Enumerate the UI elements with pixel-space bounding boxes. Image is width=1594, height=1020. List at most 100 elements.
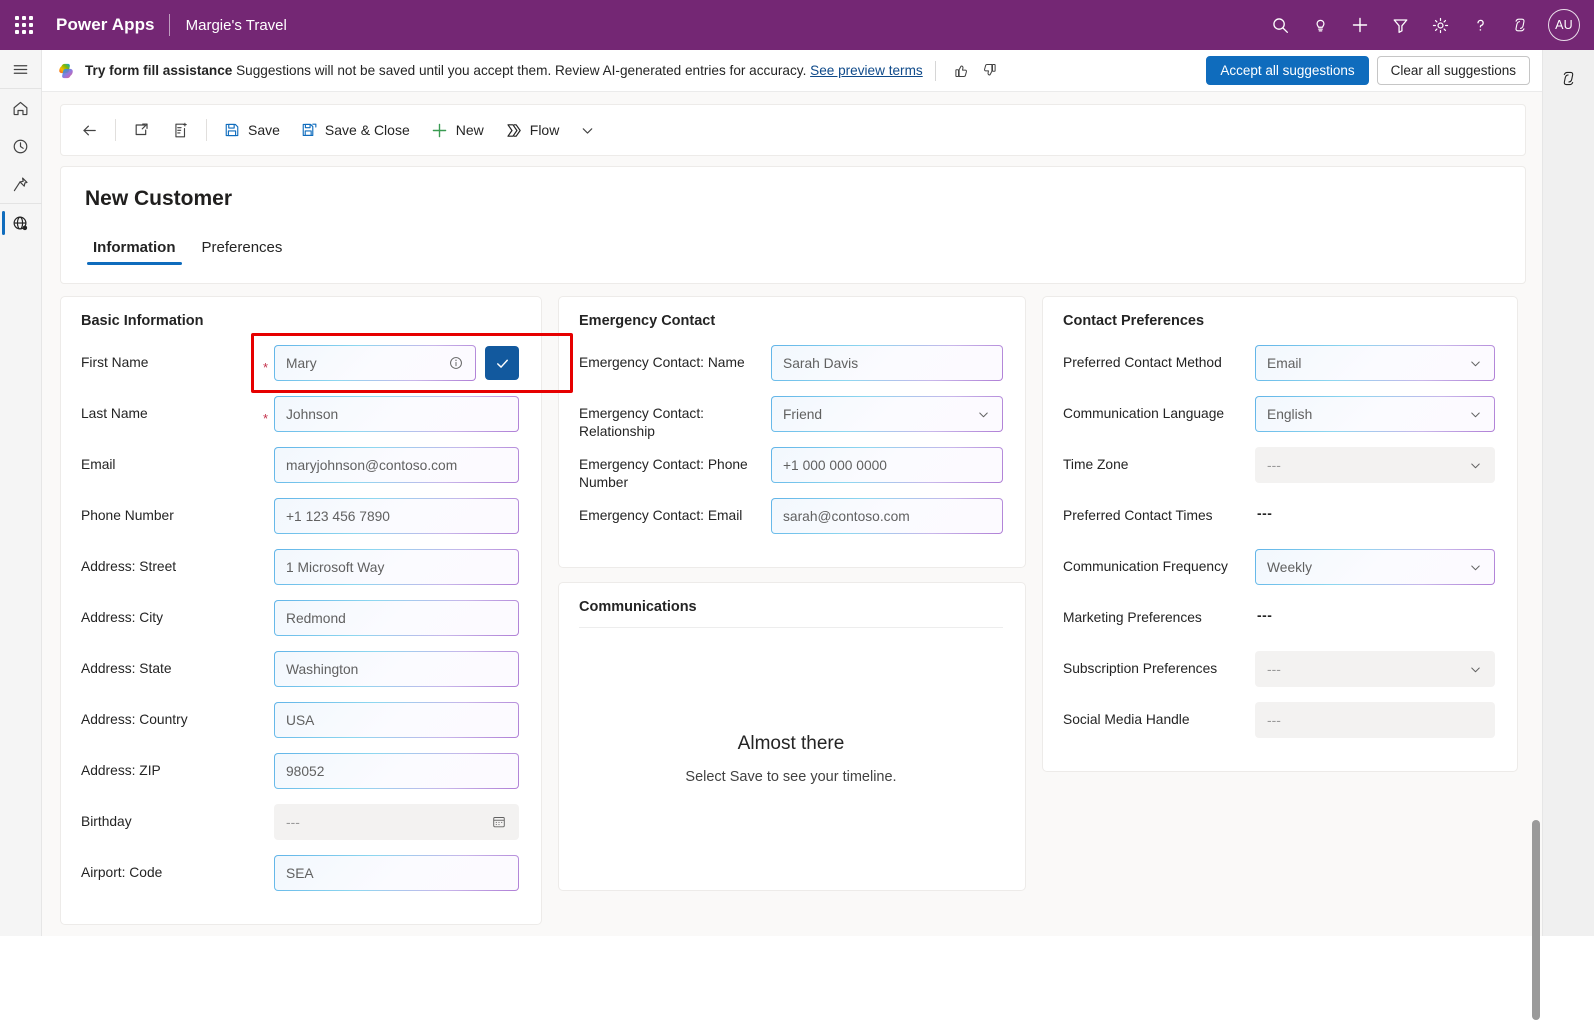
lightbulb-icon[interactable] [1300, 5, 1340, 45]
chevron-down-icon[interactable] [1468, 407, 1483, 422]
clear-all-suggestions-button[interactable]: Clear all suggestions [1377, 56, 1530, 85]
field-label: Social Media Handle [1063, 702, 1255, 729]
vertical-scrollbar[interactable] [1531, 92, 1541, 936]
field-control: 1 Microsoft Way [263, 549, 519, 585]
new-button[interactable]: New [421, 111, 493, 149]
required-spacer [263, 767, 274, 775]
airport-code-input[interactable]: SEA [274, 855, 519, 891]
field-control: --- [1255, 447, 1495, 483]
save-button[interactable]: Save [214, 111, 289, 149]
field-first-name: First Name * Mary [81, 345, 519, 395]
flow-button[interactable]: Flow [495, 111, 569, 149]
save-and-close-button[interactable]: Save & Close [291, 111, 419, 149]
emergency-contact-name-input[interactable]: Sarah Davis [771, 345, 1003, 381]
field-value: USA [286, 713, 507, 728]
avatar[interactable]: AU [1548, 9, 1580, 41]
required-spacer [263, 869, 274, 877]
thumbs-down-icon[interactable] [976, 57, 1004, 85]
gear-icon[interactable] [1420, 5, 1460, 45]
open-in-new-window-icon [132, 121, 151, 140]
last-name-input[interactable]: Johnson [274, 396, 519, 432]
social-media-handle-input[interactable]: --- [1255, 702, 1495, 738]
sidebar-item-home[interactable] [0, 89, 42, 127]
preferred-contact-method-select[interactable]: Email [1255, 345, 1495, 381]
sidebar-item-recent[interactable] [0, 127, 42, 165]
app-name[interactable]: Margie's Travel [170, 17, 287, 34]
copilot-panel-icon[interactable] [1549, 58, 1589, 98]
plus-icon[interactable] [1340, 5, 1380, 45]
field-preferred-contact-method: Preferred Contact Method Email [1063, 345, 1495, 395]
required-spacer [263, 563, 274, 571]
field-emergency-contact-name: Emergency Contact: Name Sarah Davis [579, 345, 1003, 395]
communication-language-select[interactable]: English [1255, 396, 1495, 432]
copilot-logo-icon [56, 61, 76, 81]
field-label: Time Zone [1063, 447, 1255, 474]
search-icon[interactable] [1260, 5, 1300, 45]
form-header: New Customer Information Preferences [60, 166, 1526, 284]
email-input[interactable]: maryjohnson@contoso.com [274, 447, 519, 483]
command-divider-2 [206, 119, 207, 141]
communication-frequency-select[interactable]: Weekly [1255, 549, 1495, 585]
field-label: Airport: Code [81, 855, 263, 882]
scrollbar-thumb[interactable] [1532, 820, 1540, 1020]
back-button[interactable] [71, 111, 108, 149]
help-icon[interactable] [1460, 5, 1500, 45]
app-launcher-waffle-icon[interactable] [0, 0, 48, 50]
field-label: Address: City [81, 600, 263, 627]
field-label: First Name [81, 345, 263, 372]
chevron-down-icon[interactable] [1468, 560, 1483, 575]
rail-group-entities [0, 203, 42, 242]
field-address-city: Address: City Redmond [81, 600, 519, 650]
phone-number-input[interactable]: +1 123 456 7890 [274, 498, 519, 534]
field-birthday: Birthday --- [81, 804, 519, 854]
info-icon[interactable] [448, 355, 464, 371]
thumbs-up-icon[interactable] [948, 57, 976, 85]
address-state-input[interactable]: Washington [274, 651, 519, 687]
accept-all-suggestions-button[interactable]: Accept all suggestions [1206, 56, 1368, 85]
emergency-contact-email-input[interactable]: sarah@contoso.com [771, 498, 1003, 534]
required-indicator: * [263, 352, 274, 375]
address-zip-input[interactable]: 98052 [274, 753, 519, 789]
hamburger-menu-icon[interactable] [0, 50, 42, 88]
brand-title[interactable]: Power Apps [48, 15, 169, 35]
filter-icon[interactable] [1380, 5, 1420, 45]
required-spacer [263, 512, 274, 520]
chevron-down-icon[interactable] [1468, 662, 1483, 677]
chevron-down-icon[interactable] [1468, 458, 1483, 473]
timeline-empty-title: Almost there [738, 733, 845, 755]
field-control: --- [1255, 498, 1495, 529]
command-overflow-button[interactable] [570, 111, 605, 149]
chevron-down-icon[interactable] [976, 407, 991, 422]
chevron-down-icon[interactable] [1468, 356, 1483, 371]
accept-suggestion-button[interactable] [485, 346, 519, 380]
field-value: Redmond [286, 611, 507, 626]
open-in-new-window-button[interactable] [123, 111, 160, 149]
subscription-preferences-select[interactable]: --- [1255, 651, 1495, 687]
emergency-contact-phone-input[interactable]: +1 000 000 0000 [771, 447, 1003, 483]
left-navigation-rail [0, 50, 42, 936]
field-subscription-preferences: Subscription Preferences --- [1063, 651, 1495, 701]
see-preview-terms-link[interactable]: See preview terms [810, 63, 923, 78]
field-control: --- [1255, 651, 1495, 687]
address-street-input[interactable]: 1 Microsoft Way [274, 549, 519, 585]
form-fill-assist-button[interactable] [162, 111, 199, 149]
birthday-input[interactable]: --- [274, 804, 519, 840]
tab-information[interactable]: Information [85, 235, 184, 265]
field-control: --- [1255, 600, 1495, 631]
save-label: Save [248, 122, 280, 138]
sidebar-item-pinned[interactable] [0, 165, 42, 203]
copilot-icon[interactable] [1500, 5, 1540, 45]
sidebar-item-customers[interactable] [0, 204, 42, 242]
address-city-input[interactable]: Redmond [274, 600, 519, 636]
field-airport-code: Airport: Code SEA [81, 855, 519, 905]
chevron-down-icon [579, 122, 596, 139]
first-name-input[interactable]: Mary [274, 345, 476, 381]
field-label: Address: Street [81, 549, 263, 576]
required-indicator: * [263, 403, 274, 426]
time-zone-select[interactable]: --- [1255, 447, 1495, 483]
emergency-contact-relationship-select[interactable]: Friend [771, 396, 1003, 432]
field-value: sarah@contoso.com [783, 509, 991, 524]
tab-preferences[interactable]: Preferences [194, 235, 291, 265]
calendar-icon[interactable] [491, 814, 507, 830]
address-country-input[interactable]: USA [274, 702, 519, 738]
